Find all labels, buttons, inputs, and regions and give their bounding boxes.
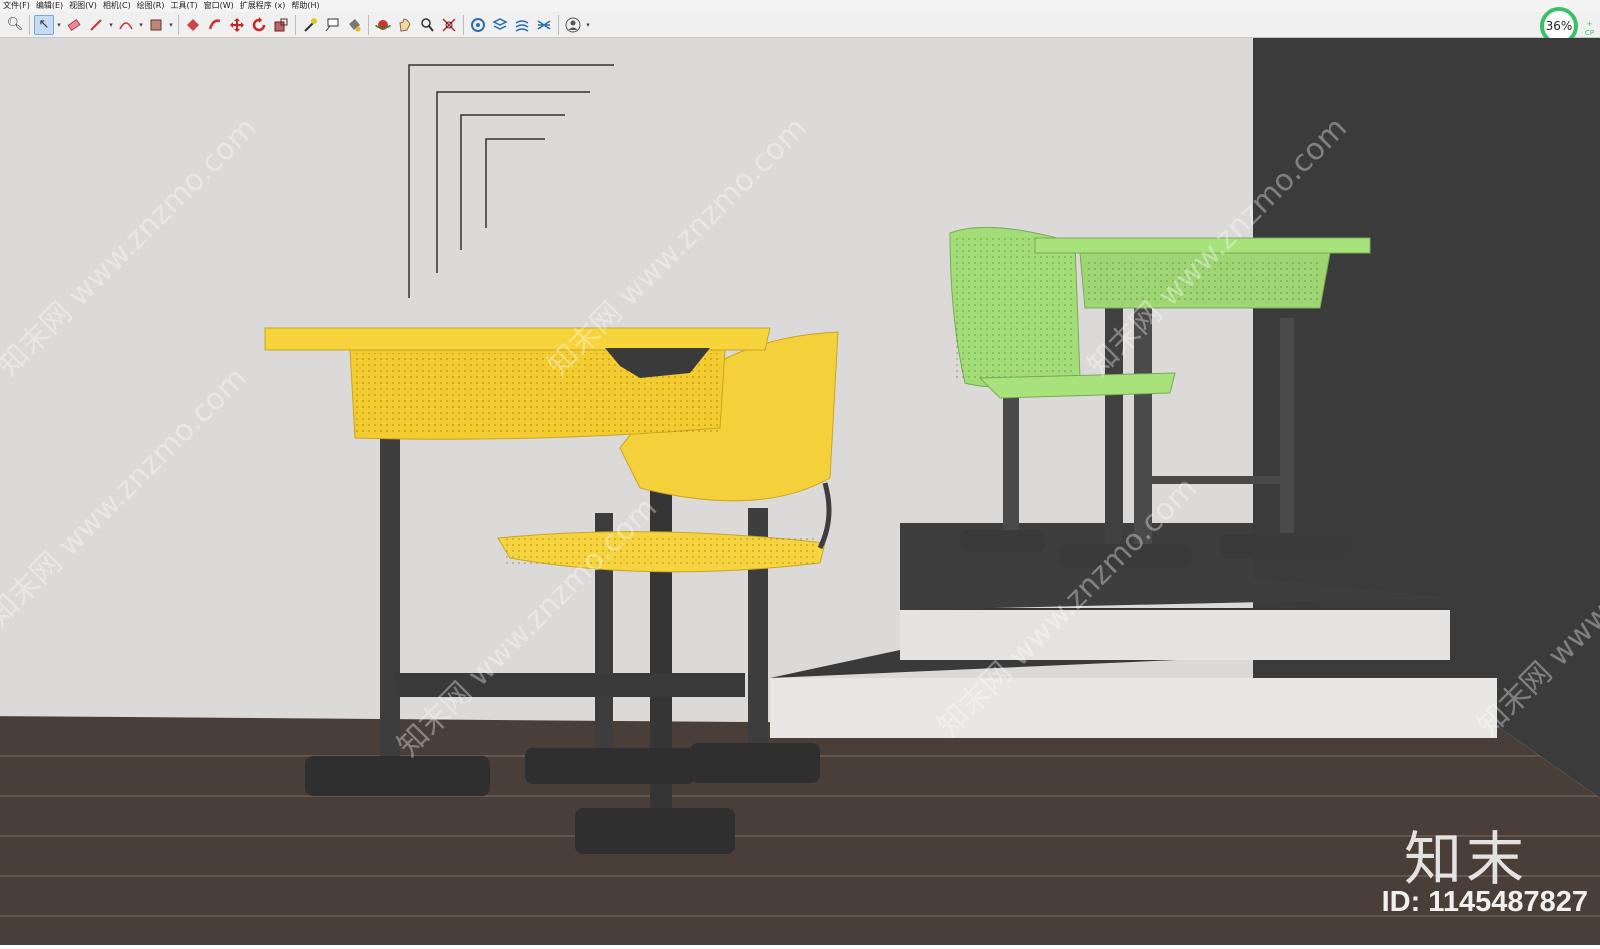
- move-icon[interactable]: [227, 15, 247, 35]
- zoom-extents-icon[interactable]: [439, 15, 459, 35]
- scale-icon[interactable]: [271, 15, 291, 35]
- toolbar-separator: [178, 14, 179, 35]
- scenes-icon[interactable]: [534, 15, 554, 35]
- stage-step-upper: [900, 610, 1450, 660]
- menu-draw[interactable]: 绘图(R): [134, 0, 168, 12]
- watermark-id: ID: 1145487827: [1381, 886, 1588, 918]
- components-icon[interactable]: [468, 15, 488, 35]
- watermark-logo: 知末: [1403, 825, 1528, 893]
- arc-icon[interactable]: [116, 15, 136, 35]
- shape-rectangle-icon[interactable]: [146, 15, 166, 35]
- menu-file[interactable]: 文件(F): [0, 0, 33, 12]
- progress-label: 36%: [1545, 19, 1573, 33]
- tape-measure-icon[interactable]: [300, 15, 320, 35]
- account-dropdown-icon[interactable]: ▾: [584, 15, 592, 35]
- push-pull-icon[interactable]: [183, 15, 203, 35]
- menu-window[interactable]: 窗口(W): [201, 0, 237, 12]
- menu-edit[interactable]: 编辑(E): [33, 0, 66, 12]
- user-account-icon[interactable]: [563, 15, 583, 35]
- pencil-line-icon[interactable]: [86, 15, 106, 35]
- toolbar-separator: [295, 14, 296, 35]
- styles-icon[interactable]: [512, 15, 532, 35]
- progress-side-label: + CP: [1584, 20, 1594, 37]
- follow-me-icon[interactable]: [205, 15, 225, 35]
- toolbar-separator: [558, 14, 559, 35]
- main-toolbar: 🔍︎ ↖ ▾ ▾ ▾ ▾ ▾: [0, 12, 1600, 38]
- 3d-viewport[interactable]: 知末网 www.znzmo.com 知末网 www.znzmo.com 知末网 …: [0, 38, 1600, 945]
- layers-icon[interactable]: [490, 15, 510, 35]
- menu-tools[interactable]: 工具(T): [168, 0, 201, 12]
- select-dropdown-icon[interactable]: ▾: [55, 15, 63, 35]
- toolbar-separator: [463, 14, 464, 35]
- toolbar-separator: [368, 14, 369, 35]
- orbit-icon[interactable]: [373, 15, 393, 35]
- menu-view[interactable]: 视图(V): [66, 0, 100, 12]
- pan-icon[interactable]: [395, 15, 415, 35]
- menu-help[interactable]: 帮助(H): [288, 0, 322, 12]
- eraser-icon[interactable]: [64, 15, 84, 35]
- text-label-icon[interactable]: [322, 15, 342, 35]
- stage-step-front: [770, 678, 1497, 738]
- line-dropdown-icon[interactable]: ▾: [107, 15, 115, 35]
- toolbar-separator: [29, 14, 30, 35]
- rotate-icon[interactable]: [249, 15, 269, 35]
- scene-render: 知末网 www.znzmo.com 知末网 www.znzmo.com 知末网 …: [0, 38, 1600, 945]
- zoom-icon[interactable]: [417, 15, 437, 35]
- menu-bar: 文件(F) 编辑(E) 视图(V) 相机(C) 绘图(R) 工具(T) 窗口(W…: [0, 0, 1600, 12]
- shape-dropdown-icon[interactable]: ▾: [167, 15, 175, 35]
- select-arrow-icon[interactable]: ↖: [34, 14, 54, 35]
- zoom-icon[interactable]: 🔍︎: [5, 15, 25, 35]
- paint-bucket-icon[interactable]: [344, 15, 364, 35]
- menu-camera[interactable]: 相机(C): [100, 0, 134, 12]
- arc-dropdown-icon[interactable]: ▾: [137, 15, 145, 35]
- menu-extensions[interactable]: 扩展程序 (x): [237, 0, 289, 12]
